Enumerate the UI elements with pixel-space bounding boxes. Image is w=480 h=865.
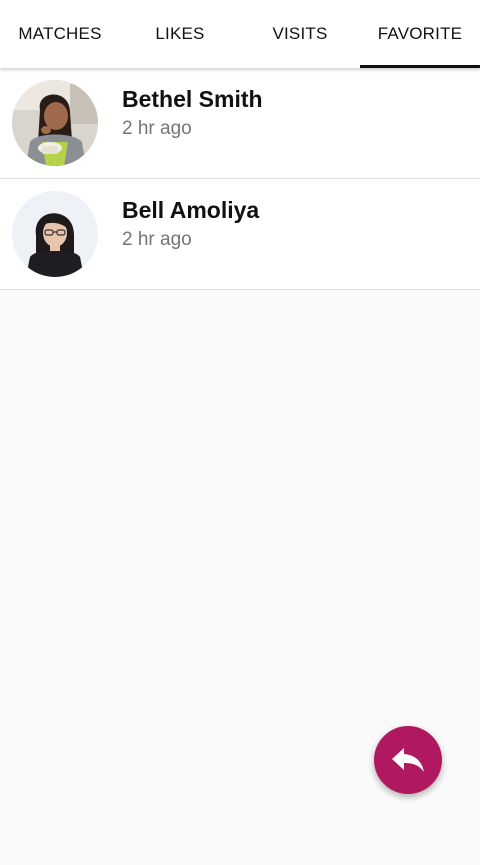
- list-item[interactable]: Bell Amoliya 2 hr ago: [0, 179, 480, 290]
- tab-visits[interactable]: VISITS: [240, 0, 360, 68]
- tab-favorite[interactable]: FAVORITE: [360, 0, 480, 68]
- contact-name: Bell Amoliya: [122, 197, 260, 223]
- avatar[interactable]: [12, 80, 98, 166]
- contact-name: Bethel Smith: [122, 86, 263, 112]
- woman-eating-photo: [12, 80, 98, 166]
- reply-icon: [392, 748, 424, 772]
- avatar[interactable]: [12, 191, 98, 277]
- reply-button[interactable]: [374, 726, 442, 794]
- tab-matches[interactable]: MATCHES: [0, 0, 120, 68]
- tab-likes[interactable]: LIKES: [120, 0, 240, 68]
- last-seen-time: 2 hr ago: [122, 118, 192, 139]
- woman-glasses-photo: [12, 191, 98, 277]
- last-seen-time: 2 hr ago: [122, 229, 192, 250]
- favorites-list: Bethel Smith 2 hr ago Bell Amoliya 2 hr …: [0, 68, 480, 290]
- tab-bar: MATCHES LIKES VISITS FAVORITE: [0, 0, 480, 68]
- list-item[interactable]: Bethel Smith 2 hr ago: [0, 68, 480, 179]
